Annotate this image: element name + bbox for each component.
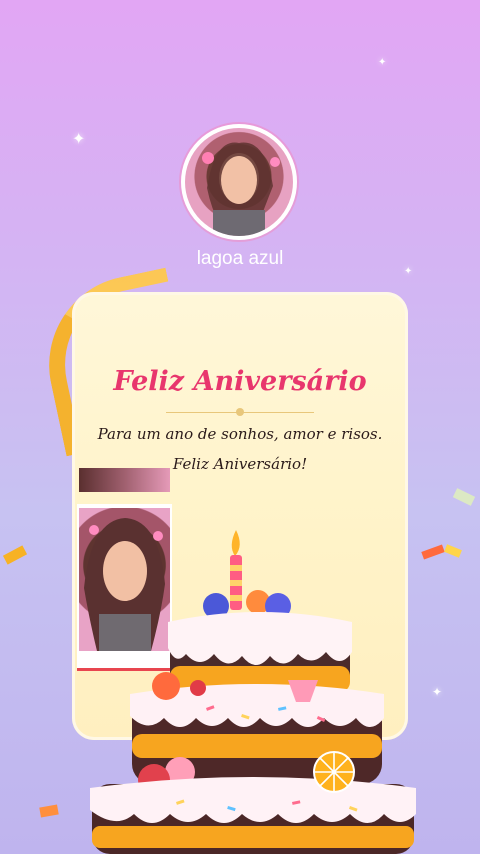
confetti-icon — [444, 544, 462, 558]
sparkle-icon: ✦ — [432, 685, 443, 699]
confetti-icon — [2, 545, 28, 565]
confetti-icon — [452, 488, 476, 506]
candle-icon — [230, 530, 242, 610]
avatar[interactable] — [185, 128, 293, 236]
divider-ornament — [236, 408, 244, 416]
card-title: Feliz Aniversário — [113, 366, 367, 397]
confetti-icon — [39, 804, 59, 818]
card-message-line1: Para um ano de sonhos, amor e risos. — [97, 425, 383, 443]
sparkle-icon: ✦ — [72, 129, 86, 148]
birthday-cake-icon — [90, 530, 416, 854]
username: lagoa azul — [196, 248, 284, 269]
photo-strip — [79, 468, 170, 492]
sparkle-icon: ✦ — [378, 57, 387, 68]
confetti-icon — [421, 544, 445, 560]
